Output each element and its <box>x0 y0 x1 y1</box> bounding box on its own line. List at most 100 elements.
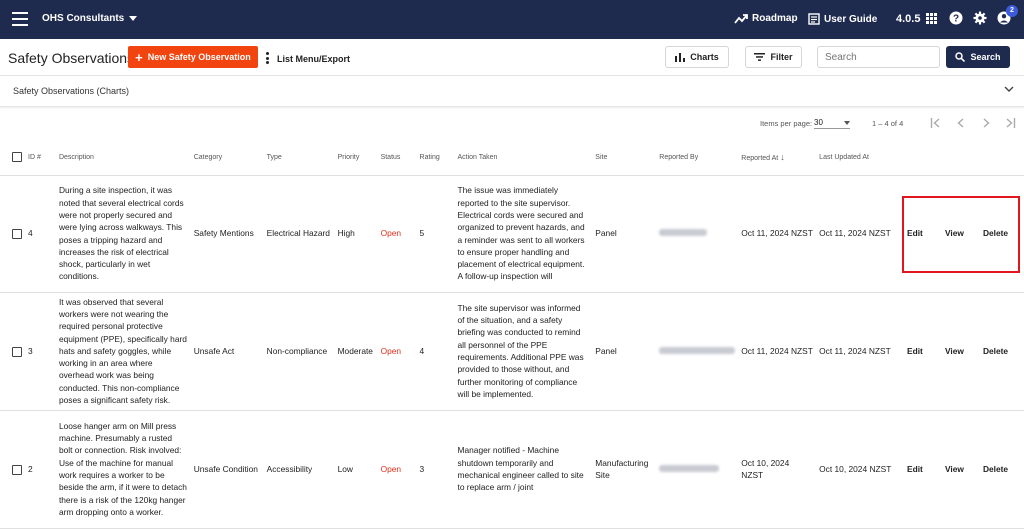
header-rating[interactable]: Rating <box>416 140 455 176</box>
apps-grid-icon[interactable] <box>926 13 937 24</box>
help-icon[interactable]: ? <box>949 11 963 25</box>
row-priority: Low <box>334 410 378 529</box>
header-site[interactable]: Site <box>592 140 657 176</box>
org-name: OHS Consultants <box>42 13 125 24</box>
search-icon <box>955 52 966 62</box>
row-reported-by <box>656 410 739 529</box>
charts-button[interactable]: Charts <box>665 46 729 68</box>
header-type[interactable]: Type <box>263 140 335 176</box>
charts-expansion-panel[interactable]: Safety Observations (Charts) <box>0 76 1024 107</box>
row-reported-by <box>656 292 739 411</box>
select-all-checkbox[interactable] <box>12 152 22 163</box>
row-type: Non-compliance <box>263 292 335 411</box>
filter-button[interactable]: Filter <box>745 46 802 68</box>
row-rating: 3 <box>416 410 455 529</box>
row-checkbox[interactable] <box>12 229 22 240</box>
redacted-name <box>659 464 720 472</box>
header-description[interactable]: Description <box>55 140 191 176</box>
row-reported-at: Oct 11, 2024 NZST <box>738 292 817 411</box>
book-icon <box>808 13 820 25</box>
version-label: 4.0.5 <box>896 13 921 25</box>
highlight-annotation-box <box>902 196 1020 273</box>
edit-button[interactable]: Edit <box>904 410 942 529</box>
row-reported-at: Oct 11, 2024 NZST <box>738 175 817 293</box>
org-switcher[interactable]: OHS Consultants <box>42 13 138 24</box>
chevron-down-icon[interactable] <box>1004 86 1014 93</box>
row-checkbox[interactable] <box>12 346 22 357</box>
roadmap-link[interactable]: Roadmap <box>734 13 798 24</box>
row-id: 3 <box>28 345 33 356</box>
row-priority: Moderate <box>334 292 378 411</box>
last-page-icon[interactable] <box>1004 118 1016 128</box>
header-status[interactable]: Status <box>377 140 417 176</box>
row-status: Open <box>377 410 417 529</box>
row-site: Panel <box>592 175 657 293</box>
header-priority[interactable]: Priority <box>334 140 378 176</box>
row-site: Panel <box>592 292 657 411</box>
plus-icon: + <box>135 49 143 65</box>
row-category: Unsafe Condition <box>190 410 264 529</box>
gear-icon[interactable] <box>973 11 987 25</box>
svg-text:?: ? <box>953 14 959 25</box>
row-type: Electrical Hazard <box>263 175 335 293</box>
filter-label: Filter <box>770 52 793 62</box>
items-per-page-select[interactable]: 30 <box>814 114 850 129</box>
table-header-row: ID # Description Category Type Priority … <box>0 140 1024 176</box>
next-page-icon[interactable] <box>981 118 991 128</box>
edit-button[interactable]: Edit <box>904 292 942 411</box>
table-row[interactable]: 4 During a site inspection, it was noted… <box>0 175 1024 293</box>
new-observation-button[interactable]: + New Safety Observation <box>128 46 258 68</box>
row-id: 4 <box>28 228 33 239</box>
menu-icon[interactable] <box>12 12 28 26</box>
search-input[interactable] <box>817 46 940 68</box>
redacted-name <box>659 346 736 354</box>
bar-chart-icon <box>675 52 686 62</box>
row-action-taken: The site supervisor was informed of the … <box>454 292 593 411</box>
row-reported-by <box>656 175 739 293</box>
first-page-icon[interactable] <box>930 118 942 128</box>
table-row[interactable]: 2 Loose hanger arm on Mill press machine… <box>0 410 1024 529</box>
header-last-updated[interactable]: Last Updated At <box>816 140 905 176</box>
search-button[interactable]: Search <box>946 46 1010 68</box>
user-guide-link[interactable]: User Guide <box>808 13 877 25</box>
view-button[interactable]: View <box>941 292 980 411</box>
delete-button[interactable]: Delete <box>979 292 1024 411</box>
view-button[interactable]: View <box>941 410 980 529</box>
header-reported-at[interactable]: Reported At ↓ <box>738 140 817 176</box>
row-rating: 5 <box>416 175 455 293</box>
top-navbar: OHS Consultants Roadmap User Guide 4.0.5… <box>0 0 1024 39</box>
header-reported-by[interactable]: Reported By <box>656 140 739 176</box>
table-row[interactable]: 3 It was observed that several workers w… <box>0 292 1024 411</box>
row-description: It was observed that several workers wer… <box>55 292 191 411</box>
header-action-taken[interactable]: Action Taken <box>454 140 593 176</box>
header-reported-at-label: Reported At <box>741 155 779 163</box>
pagination-range: 1 – 4 of 4 <box>872 119 904 128</box>
row-description: During a site inspection, it was noted t… <box>55 175 191 293</box>
row-action-taken: The issue was immediately reported to th… <box>454 175 593 293</box>
row-action-taken: Manager notified - Machine shutdown temp… <box>454 410 593 529</box>
header-category[interactable]: Category <box>190 140 264 176</box>
list-menu-export-button[interactable]: List Menu/Export <box>266 52 350 66</box>
charts-label: Charts <box>690 52 719 62</box>
redacted-name <box>659 229 708 237</box>
row-category: Unsafe Act <box>190 292 264 411</box>
user-guide-label: User Guide <box>824 13 878 25</box>
row-last-updated: Oct 11, 2024 NZST <box>816 175 905 293</box>
roadmap-label: Roadmap <box>752 13 798 24</box>
row-status: Open <box>377 292 417 411</box>
previous-page-icon[interactable] <box>956 118 966 128</box>
observations-table: ID # Description Category Type Priority … <box>0 140 1024 529</box>
notification-badge: 2 <box>1006 5 1018 17</box>
row-checkbox[interactable] <box>12 464 22 475</box>
chevron-down-icon <box>129 15 138 21</box>
header-id[interactable]: ID # <box>28 154 41 161</box>
items-per-page-value: 30 <box>814 118 823 127</box>
page-toolbar: Safety Observations + New Safety Observat… <box>0 39 1024 76</box>
delete-button[interactable]: Delete <box>979 410 1024 529</box>
row-type: Accessibility <box>263 410 335 529</box>
row-last-updated: Oct 11, 2024 NZST <box>816 292 905 411</box>
row-category: Safety Mentions <box>190 175 264 293</box>
list-menu-label: List Menu/Export <box>277 53 351 64</box>
row-reported-at: Oct 10, 2024 NZST <box>738 410 817 529</box>
arrow-down-icon: ↓ <box>780 152 785 163</box>
